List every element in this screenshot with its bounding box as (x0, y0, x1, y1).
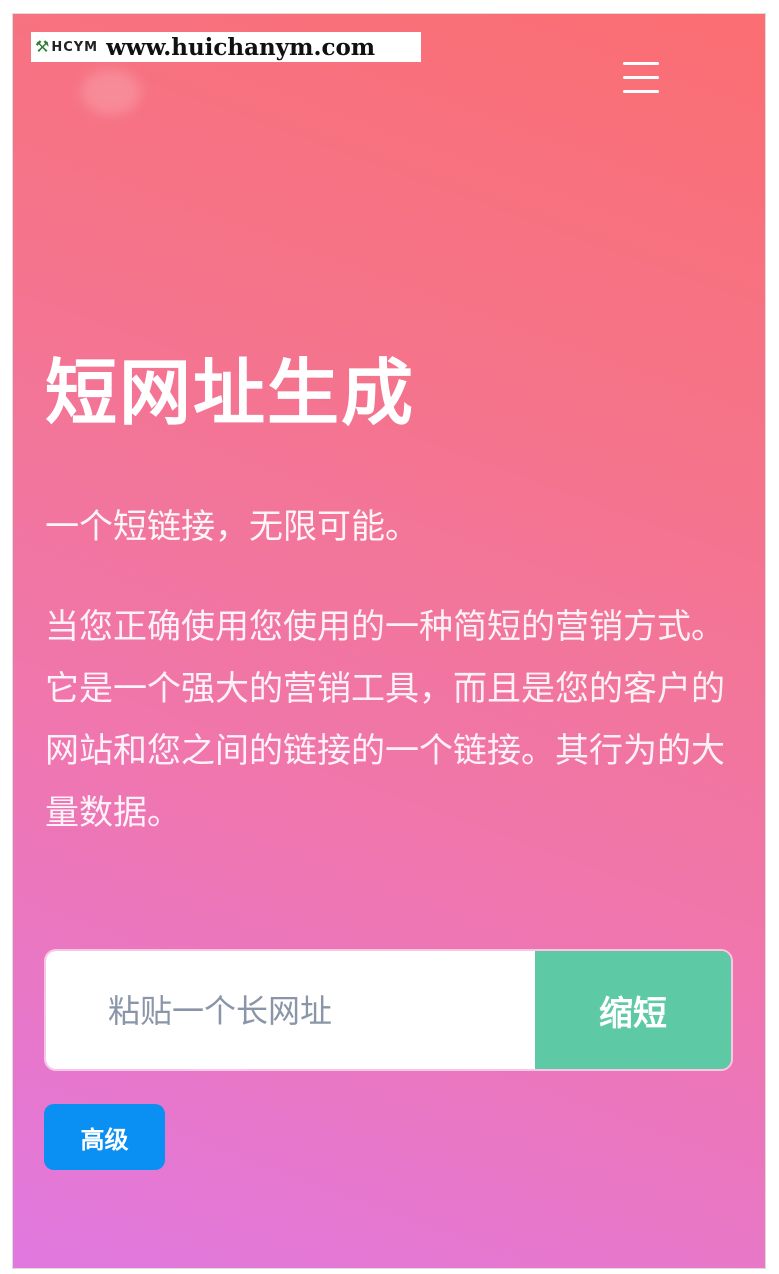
hero-description: 当您正确使用您使用的一种简短的营销方式。它是一个强大的营销工具，而且是您的客户的… (45, 607, 725, 833)
watermark-url: www.huichanym.com (106, 33, 376, 61)
menu-bar-bottom (623, 90, 659, 93)
page-frame: ⚒ HCYM www.huichanym.com 短网址生成 一个短链接，无限可… (13, 14, 765, 1268)
menu-bar-middle (623, 76, 659, 79)
watermark-banner: ⚒ HCYM www.huichanym.com (31, 32, 421, 62)
menu-bar-top (623, 62, 659, 65)
watermark-brand: HCYM (51, 39, 99, 55)
page-title: 短网址生成 (45, 351, 416, 435)
shorten-button[interactable]: 缩短 (535, 951, 731, 1069)
hamburger-menu-icon[interactable] (618, 60, 664, 96)
advanced-button[interactable]: 高级 (44, 1104, 165, 1170)
shorten-form: 缩短 (44, 949, 733, 1071)
shovel-icon: ⚒ (35, 37, 50, 56)
hero-tagline: 一个短链接，无限可能。 (45, 507, 419, 547)
long-url-input[interactable] (46, 951, 535, 1069)
site-logo-blurred (81, 69, 141, 115)
watermark-logo: ⚒ HCYM (35, 39, 98, 55)
